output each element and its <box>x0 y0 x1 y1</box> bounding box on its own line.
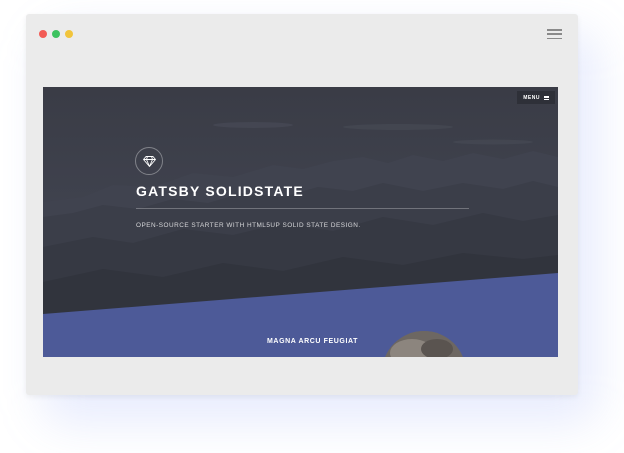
menu-button-label: MENU <box>523 94 540 101</box>
menu-button[interactable]: MENU <box>517 91 555 104</box>
window-controls <box>39 30 73 38</box>
site-preview: MENU GATSBY SOLIDSTATE OPEN-SOURCE START… <box>43 87 558 357</box>
minimize-dot-icon[interactable] <box>52 30 60 38</box>
title-divider <box>136 208 469 209</box>
maximize-dot-icon[interactable] <box>65 30 73 38</box>
diamond-icon <box>142 155 156 167</box>
site-tagline: OPEN-SOURCE STARTER WITH HTML5UP SOLID S… <box>136 222 361 229</box>
section-title: MAGNA ARCU FEUGIAT <box>267 338 359 345</box>
logo-badge[interactable] <box>135 147 163 175</box>
stage: MENU GATSBY SOLIDSTATE OPEN-SOURCE START… <box>0 0 624 453</box>
close-dot-icon[interactable] <box>39 30 47 38</box>
browser-window: MENU GATSBY SOLIDSTATE OPEN-SOURCE START… <box>26 14 578 395</box>
menu-hamburger-icon <box>544 95 549 100</box>
hamburger-icon[interactable] <box>547 29 562 39</box>
site-title: GATSBY SOLIDSTATE <box>136 183 304 199</box>
